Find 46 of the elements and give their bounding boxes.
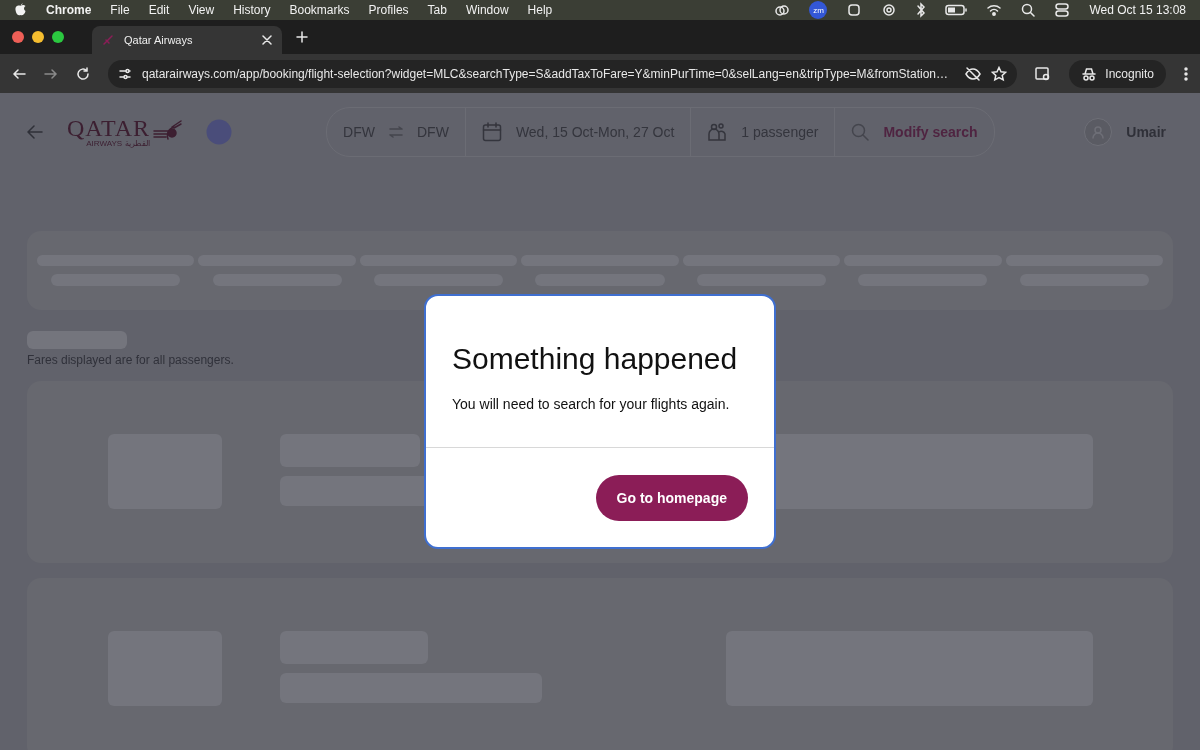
menu-item[interactable]: History <box>233 3 271 17</box>
star-icon[interactable] <box>991 65 1008 82</box>
new-tab-icon[interactable] <box>296 31 308 43</box>
close-window-button[interactable] <box>12 31 24 43</box>
url-text: qatarairways.com/app/booking/flight-selection?widget=MLC&searchType=S&addTaxToFare=Y&minPurTime=0&selLang=en&tripType=M&fromStation… <box>142 66 949 81</box>
eye-off-icon[interactable] <box>965 65 982 82</box>
menu-clock: Wed Oct 15 13:08 <box>1089 3 1186 17</box>
tab-favicon-icon <box>102 34 114 46</box>
address-bar[interactable]: qatarairways.com/app/booking/flight-selection?widget=MLC&searchType=S&addTaxToFare=Y&minPurTime=0&selLang=en&tripType=M&fromStation… <box>108 59 1018 88</box>
search-tab-icon[interactable] <box>1035 65 1052 82</box>
reload-icon[interactable] <box>76 66 90 81</box>
app-menu[interactable]: Chrome <box>46 3 92 17</box>
logo-subtitle: AIRWAYS <box>86 140 123 148</box>
menu-item[interactable]: Tab <box>427 3 447 17</box>
search-icon[interactable] <box>1021 3 1036 17</box>
battery-icon[interactable] <box>945 4 968 16</box>
forward-icon[interactable] <box>44 66 58 81</box>
menu-item[interactable]: Edit <box>148 3 170 17</box>
menu-item[interactable]: Bookmarks <box>289 3 350 17</box>
more-icon[interactable] <box>1184 66 1188 81</box>
control-center-icon[interactable] <box>1054 2 1071 18</box>
logo-arabic-text: القطرية <box>125 140 151 148</box>
menu-item[interactable]: Help <box>527 3 553 17</box>
zoom-badge[interactable]: zm <box>809 1 828 19</box>
close-icon[interactable] <box>262 35 272 45</box>
logo-wordmark: QATAR <box>67 116 151 140</box>
menu-item[interactable]: View <box>188 3 215 17</box>
site-settings-icon[interactable] <box>118 66 132 81</box>
apple-icon[interactable] <box>14 3 27 17</box>
search-icon <box>851 123 870 141</box>
swap-icon <box>389 126 403 138</box>
wifi-icon[interactable] <box>986 2 1003 18</box>
menu-item[interactable]: Profiles <box>368 3 409 17</box>
incognito-button[interactable]: Incognito <box>1069 59 1166 88</box>
zoom-window-button[interactable] <box>52 31 64 43</box>
go-to-homepage-button[interactable]: Go to homepage <box>595 474 748 521</box>
minimize-window-button[interactable] <box>32 31 44 43</box>
menu-item[interactable]: Window <box>465 3 509 17</box>
back-icon[interactable] <box>12 66 26 81</box>
dialog-message: You will need to search for your flights again. <box>452 396 731 412</box>
menu-item[interactable]: File <box>110 3 130 17</box>
people-icon <box>707 122 728 142</box>
incognito-icon[interactable] <box>1081 66 1098 81</box>
bluetooth-icon[interactable] <box>916 2 927 18</box>
calendar-icon <box>481 122 502 142</box>
dialog-title: Something happened <box>452 342 739 376</box>
